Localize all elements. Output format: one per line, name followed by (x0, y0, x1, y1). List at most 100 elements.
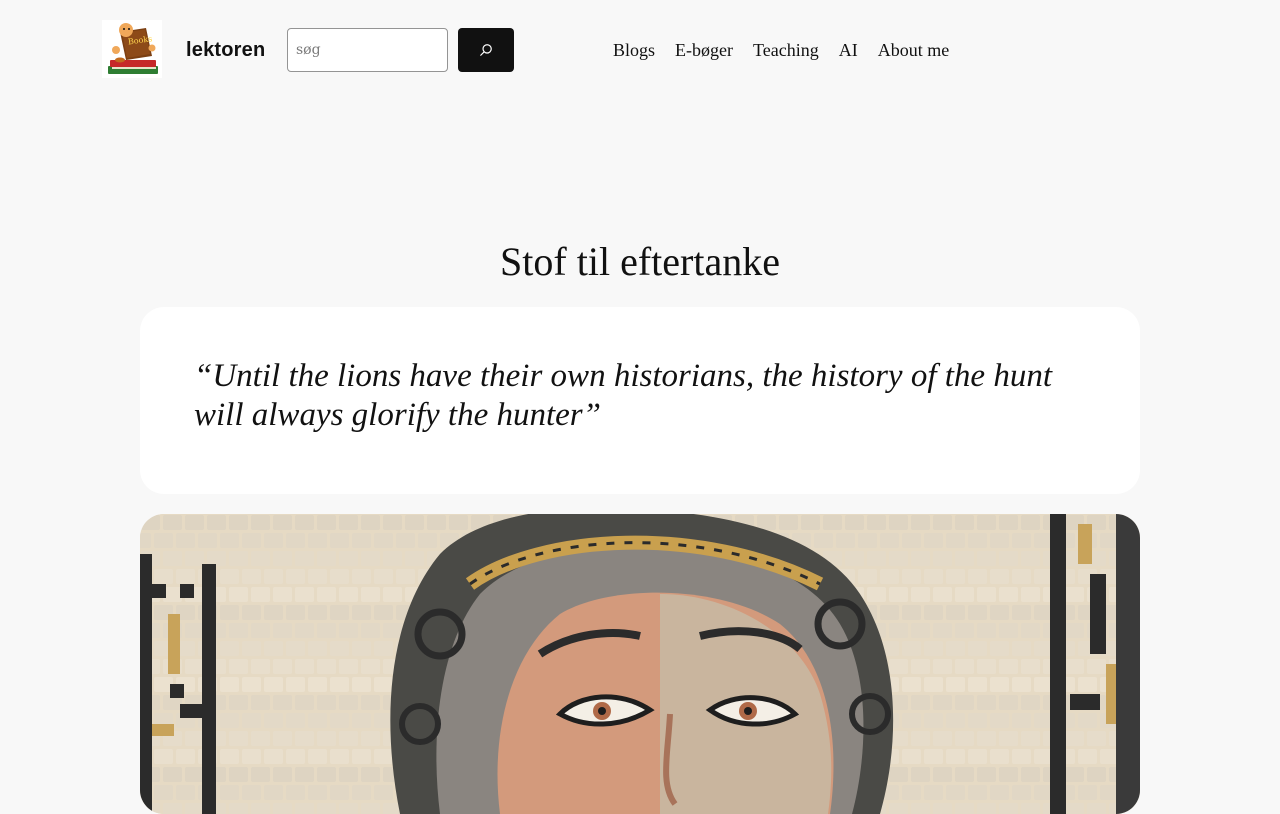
mosaic-tile (154, 533, 173, 548)
search-button[interactable] (458, 28, 514, 72)
mosaic-tile (273, 587, 292, 602)
mosaic-tile (251, 803, 270, 814)
mosaic-tile (185, 659, 204, 674)
mosaic-tile (308, 713, 327, 728)
mosaic-tile (286, 713, 305, 728)
mosaic-tile (220, 533, 239, 548)
mosaic-tile (902, 677, 921, 692)
mosaic-tile (361, 587, 380, 602)
mosaic-tile (352, 533, 371, 548)
mosaic-tile (990, 677, 1009, 692)
mosaic-tile (1065, 623, 1084, 638)
mosaic-tile (977, 803, 996, 814)
mosaic-tile (1012, 533, 1031, 548)
mosaic-tile (264, 569, 283, 584)
site-logo[interactable]: Books (102, 20, 162, 78)
mosaic-tile (977, 659, 996, 674)
mosaic-tile (242, 713, 261, 728)
mosaic-tile (933, 767, 952, 782)
mosaic-tile (779, 515, 798, 530)
mosaic-tile (317, 695, 336, 710)
mosaic-tile (185, 803, 204, 814)
mosaic-tile (999, 731, 1018, 746)
mosaic-tile (185, 767, 204, 782)
mosaic-tile (955, 659, 974, 674)
nav-item-about-me[interactable]: About me (878, 36, 950, 64)
mosaic-tile (902, 713, 921, 728)
mosaic-tile (977, 767, 996, 782)
mosaic-tile (330, 533, 349, 548)
mosaic-tile (1065, 659, 1084, 674)
mosaic-tile (933, 587, 952, 602)
mosaic-tile (977, 731, 996, 746)
site-title[interactable]: lektoren (186, 36, 265, 64)
mosaic-tile (163, 551, 182, 566)
mosaic-tile (924, 641, 943, 656)
mosaic-tile (427, 515, 446, 530)
mosaic-tile (229, 623, 248, 638)
mosaic-tile (1021, 515, 1040, 530)
mosaic-tile (968, 569, 987, 584)
mosaic-tile (374, 785, 393, 800)
mosaic-tile (946, 749, 965, 764)
mosaic-tile (185, 623, 204, 638)
mosaic-tile (1087, 803, 1106, 814)
mosaic-tile (286, 605, 305, 620)
mosaic-tile (264, 713, 283, 728)
mosaic-tile (242, 569, 261, 584)
mosaic-face-image (140, 514, 1140, 814)
mosaic-tile (1021, 551, 1040, 566)
mosaic-tile (220, 749, 239, 764)
mosaic-tile (1021, 695, 1040, 710)
nav-item-blogs[interactable]: Blogs (613, 36, 655, 64)
mosaic-tile (163, 767, 182, 782)
nav-item-teaching[interactable]: Teaching (753, 36, 819, 64)
mosaic-tile (933, 695, 952, 710)
mosaic-tile (330, 713, 349, 728)
mosaic-tile (880, 569, 899, 584)
mosaic-tile (933, 515, 952, 530)
nav-item-e-boger[interactable]: E-bøger (675, 36, 733, 64)
mosaic-tile (339, 659, 358, 674)
mosaic-tile (1078, 785, 1097, 800)
mosaic-tile (1065, 767, 1084, 782)
mosaic-tile (1012, 677, 1031, 692)
mosaic-tile (1021, 659, 1040, 674)
mosaic-tile (286, 569, 305, 584)
mosaic-tile (361, 659, 380, 674)
mosaic-tile (1021, 731, 1040, 746)
mosaic-tile (339, 731, 358, 746)
mosaic-tile (361, 731, 380, 746)
mosaic-tile (968, 713, 987, 728)
mosaic-tile (383, 623, 402, 638)
mosaic-tile (889, 587, 908, 602)
mosaic-tile (352, 605, 371, 620)
mosaic-tile (946, 605, 965, 620)
mosaic-tile (1021, 587, 1040, 602)
mosaic-tile (902, 785, 921, 800)
mosaic-tile (242, 533, 261, 548)
mosaic-tile (449, 515, 468, 530)
mosaic-tile (229, 803, 248, 814)
nav-item-ai[interactable]: AI (839, 36, 858, 64)
mosaic-tile (229, 731, 248, 746)
mosaic-tile (933, 623, 952, 638)
search-input[interactable] (287, 28, 448, 72)
mosaic-tile (933, 803, 952, 814)
mosaic-tile (339, 587, 358, 602)
mosaic-tile (977, 695, 996, 710)
mosaic-tile (220, 641, 239, 656)
mosaic-tile (352, 749, 371, 764)
quote-text: “Until the lions have their own historia… (194, 358, 1052, 433)
mosaic-tile (374, 641, 393, 656)
mosaic-tile (955, 551, 974, 566)
mosaic-tile (968, 605, 987, 620)
mosaic-tile (361, 695, 380, 710)
mosaic-tile (273, 623, 292, 638)
mosaic-tile (154, 785, 173, 800)
mosaic-tile (295, 587, 314, 602)
mosaic-tile (361, 551, 380, 566)
mosaic-tile (1078, 713, 1097, 728)
mosaic-tile (902, 533, 921, 548)
mosaic-tile (330, 641, 349, 656)
